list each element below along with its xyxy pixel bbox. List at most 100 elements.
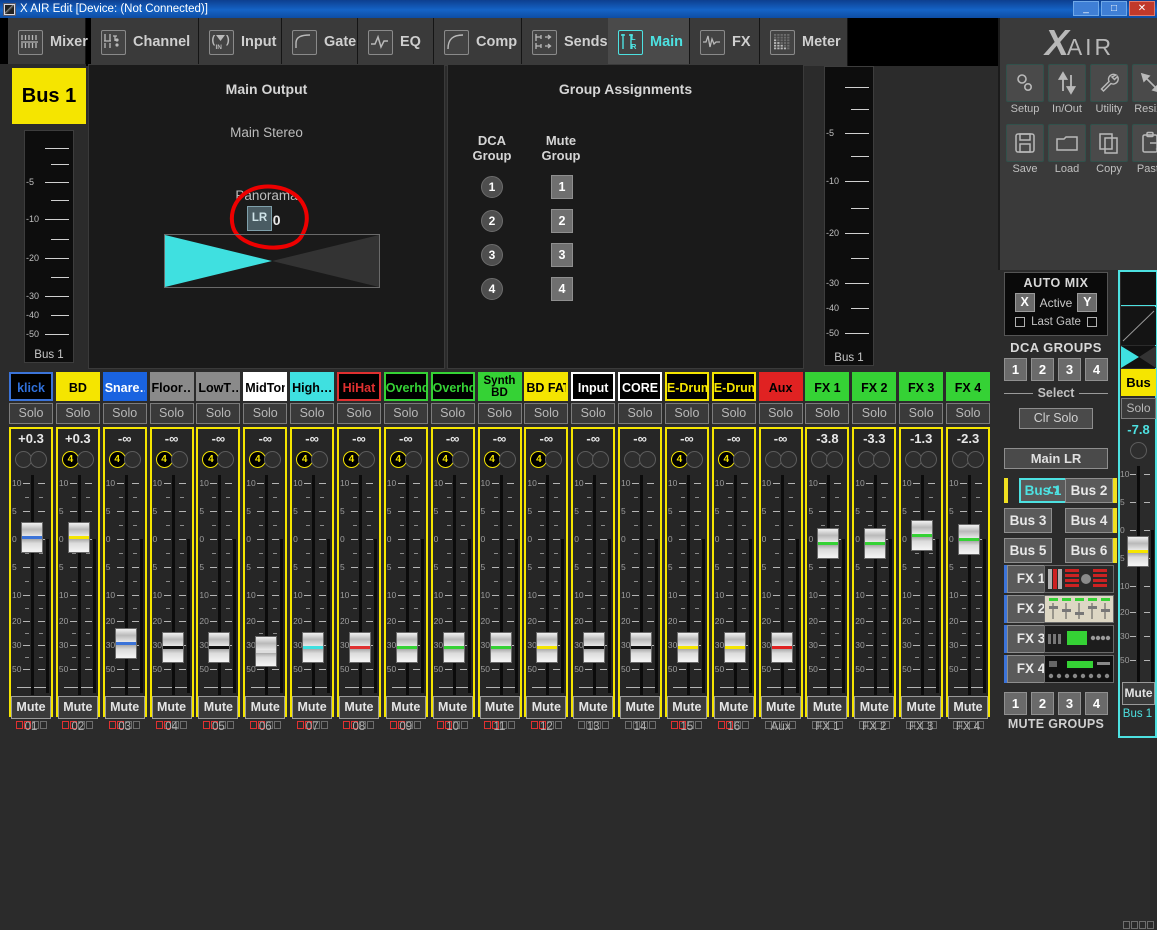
mute-button[interactable]: Mute — [620, 696, 660, 719]
mute-button[interactable]: Mute — [807, 696, 847, 719]
fader-track[interactable] — [827, 475, 830, 695]
solo-button[interactable]: Solo — [946, 403, 990, 424]
fader-track[interactable] — [125, 475, 128, 695]
dca-assign-3[interactable]: 3 — [481, 244, 503, 266]
pan-indicator[interactable] — [311, 451, 328, 468]
fader-handle[interactable] — [958, 524, 980, 555]
pan-indicator[interactable] — [264, 451, 281, 468]
mute-group-3-button[interactable]: 3 — [1058, 692, 1081, 715]
paste-button[interactable]: Paste — [1132, 124, 1157, 175]
tab-main[interactable]: LRMain — [608, 18, 690, 66]
mute-assign-3[interactable]: 3 — [551, 243, 573, 267]
tab-gate[interactable]: Gate — [282, 18, 358, 66]
close-button[interactable]: ✕ — [1129, 1, 1155, 16]
fader-handle[interactable] — [255, 636, 277, 667]
last-gate-checkbox-right[interactable] — [1087, 317, 1097, 327]
fader-handle[interactable] — [724, 632, 746, 663]
pan-indicator[interactable] — [77, 451, 94, 468]
pan-indicator[interactable] — [592, 451, 609, 468]
fx-rack-thumbnail[interactable] — [1044, 625, 1114, 653]
fader-handle[interactable] — [115, 628, 137, 659]
mute-button[interactable]: Mute — [386, 696, 426, 719]
fader-handle[interactable] — [583, 632, 605, 663]
bus-button-bus-5[interactable]: Bus 5 — [1004, 538, 1052, 563]
dca-group-1-button[interactable]: 1 — [1004, 358, 1027, 381]
selected-bus-name[interactable]: Bus 1 — [12, 68, 86, 124]
mute-button[interactable]: Mute — [198, 696, 238, 719]
mute-button[interactable]: Mute — [948, 696, 988, 719]
dca-assign-1[interactable]: 1 — [481, 176, 503, 198]
bus-button-bus-4[interactable]: Bus 4 — [1065, 508, 1113, 533]
tab-mixer[interactable]: Mixer — [8, 18, 86, 66]
right-bus-fader-handle[interactable] — [1127, 536, 1149, 567]
solo-button[interactable]: Solo — [103, 403, 147, 424]
solo-button[interactable]: Solo — [150, 403, 194, 424]
mute-button[interactable]: Mute — [58, 696, 98, 719]
pan-indicator[interactable] — [358, 451, 375, 468]
fader-track[interactable] — [874, 475, 877, 695]
channel-name-button[interactable]: E-Drums — [712, 372, 756, 401]
mute-button[interactable]: Mute — [526, 696, 566, 719]
mute-button[interactable]: Mute — [714, 696, 754, 719]
right-bus-pan-knob[interactable] — [1130, 442, 1147, 459]
channel-name-button[interactable]: Floor… — [150, 372, 194, 401]
solo-button[interactable]: Solo — [196, 403, 240, 424]
mute-group-1-button[interactable]: 1 — [1004, 692, 1027, 715]
channel-name-button[interactable]: BD FAT — [524, 372, 568, 401]
solo-button[interactable]: Solo — [712, 403, 756, 424]
mute-assign-4[interactable]: 4 — [551, 277, 573, 301]
pan-indicator[interactable] — [499, 451, 516, 468]
dca-indicator[interactable]: 4 — [484, 451, 501, 468]
right-bus-mute[interactable]: Mute — [1122, 682, 1155, 705]
mute-button[interactable]: Mute — [901, 696, 941, 719]
solo-button[interactable]: Solo — [759, 403, 803, 424]
fader-handle[interactable] — [302, 632, 324, 663]
solo-button[interactable]: Solo — [243, 403, 287, 424]
channel-name-button[interactable]: Overhd — [384, 372, 428, 401]
resize-button[interactable]: Resize — [1132, 64, 1157, 115]
save-button[interactable]: Save — [1006, 124, 1044, 175]
mute-button[interactable]: Mute — [152, 696, 192, 719]
channel-name-button[interactable]: FX 2 — [852, 372, 896, 401]
tab-channel[interactable]: Channel — [91, 18, 199, 66]
channel-name-button[interactable]: HiHat — [337, 372, 381, 401]
tab-sends[interactable]: Sends — [522, 18, 620, 66]
mute-button[interactable]: Mute — [292, 696, 332, 719]
mute-button[interactable]: Mute — [11, 696, 51, 719]
channel-name-button[interactable]: CORE — [618, 372, 662, 401]
solo-button[interactable]: Solo — [337, 403, 381, 424]
right-bus-name[interactable]: Bus 1 — [1121, 369, 1156, 396]
copy-button[interactable]: Copy — [1090, 124, 1128, 175]
pan-indicator[interactable] — [405, 451, 422, 468]
dca-assign-4[interactable]: 4 — [481, 278, 503, 300]
solo-button[interactable]: Solo — [665, 403, 709, 424]
lr-assign-button[interactable]: LR — [247, 206, 272, 231]
dca-group-4-button[interactable]: 4 — [1085, 358, 1108, 381]
channel-name-button[interactable]: Snare… — [103, 372, 147, 401]
tab-eq[interactable]: EQ — [358, 18, 434, 66]
pan-indicator[interactable] — [780, 451, 797, 468]
pan-indicator[interactable] — [826, 451, 843, 468]
fader-handle[interactable] — [490, 632, 512, 663]
fader-handle[interactable] — [68, 522, 90, 553]
pan-indicator[interactable] — [452, 451, 469, 468]
dca-indicator[interactable]: 4 — [156, 451, 173, 468]
panorama-slider[interactable] — [164, 234, 380, 288]
last-gate-checkbox-left[interactable] — [1015, 317, 1025, 327]
channel-name-button[interactable]: FX 4 — [946, 372, 990, 401]
auto-mix-x-button[interactable]: X — [1015, 293, 1035, 312]
pan-indicator[interactable] — [171, 451, 188, 468]
solo-button[interactable]: Solo — [571, 403, 615, 424]
pan-indicator[interactable] — [920, 451, 937, 468]
pan-indicator[interactable] — [30, 451, 47, 468]
fader-track[interactable] — [921, 475, 924, 695]
window-controls[interactable]: _ □ ✕ — [1073, 1, 1155, 16]
pan-indicator[interactable] — [686, 451, 703, 468]
bus-button-bus-2[interactable]: Bus 2 — [1065, 478, 1113, 503]
tab-fx[interactable]: FX — [690, 18, 760, 66]
mute-button[interactable]: Mute — [573, 696, 613, 719]
fader-track[interactable] — [31, 475, 34, 695]
channel-name-button[interactable]: LowT… — [196, 372, 240, 401]
mute-button[interactable]: Mute — [105, 696, 145, 719]
mute-button[interactable]: Mute — [761, 696, 801, 719]
